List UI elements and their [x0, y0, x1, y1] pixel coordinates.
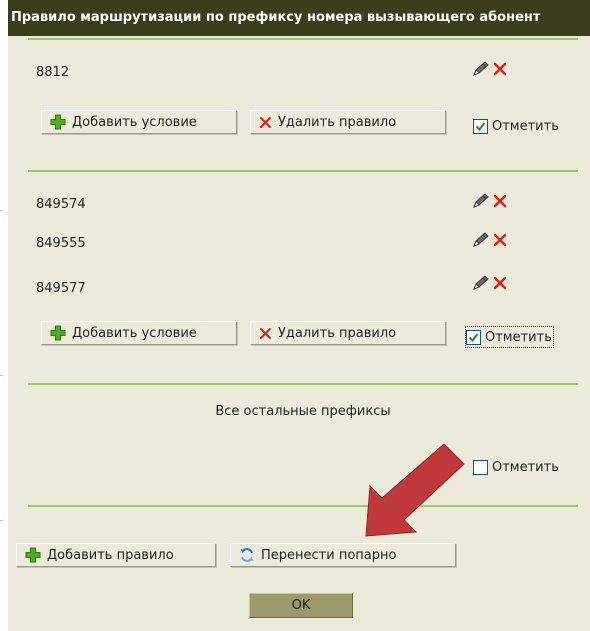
- delete-x-icon[interactable]: [493, 276, 507, 290]
- add-condition-button[interactable]: Добавить условие: [41, 321, 237, 345]
- checkbox-box[interactable]: [473, 118, 488, 134]
- add-condition-label: Добавить условие: [72, 114, 197, 130]
- delete-rule-button[interactable]: Удалить правило: [250, 321, 446, 345]
- dialog-title: Правило маршрутизации по префиксу номера…: [8, 0, 590, 36]
- separator: [28, 38, 578, 40]
- checkmark-icon: [475, 121, 486, 131]
- edit-pencil-icon[interactable]: [471, 192, 491, 210]
- add-rule-label: Добавить правило: [47, 547, 174, 563]
- annotation-arrow-icon: [365, 443, 465, 537]
- add-condition-label: Добавить условие: [72, 325, 197, 341]
- mark-label: Отметить: [485, 329, 552, 345]
- move-pairwise-label: Перенести попарно: [261, 547, 397, 563]
- mark-label: Отметить: [492, 118, 559, 134]
- prefix-actions: [471, 60, 515, 78]
- prefix-value: 849577: [36, 281, 86, 296]
- routing-rule-dialog: Правило маршрутизации по префиксу номера…: [8, 0, 590, 631]
- delete-rule-button[interactable]: Удалить правило: [250, 110, 446, 134]
- edit-pencil-icon[interactable]: [471, 60, 491, 78]
- delete-x-icon[interactable]: [493, 194, 507, 208]
- separator: [28, 383, 578, 385]
- mark-checkbox[interactable]: Отметить: [473, 457, 559, 477]
- delete-rule-label: Удалить правило: [278, 114, 397, 130]
- mark-label: Отметить: [492, 459, 559, 475]
- plus-icon: [50, 114, 66, 130]
- prefix-value: 8812: [36, 65, 70, 80]
- delete-x-icon[interactable]: [493, 62, 507, 76]
- delete-rule-label: Удалить правило: [278, 325, 397, 341]
- plus-icon: [25, 547, 41, 563]
- prefix-actions: [471, 274, 515, 292]
- edit-pencil-icon[interactable]: [471, 274, 491, 292]
- separator: [28, 505, 578, 507]
- add-condition-button[interactable]: Добавить условие: [41, 110, 237, 134]
- prefix-actions: [471, 231, 515, 249]
- refresh-icon: [239, 547, 255, 563]
- separator: [28, 170, 578, 172]
- default-rule-label: Все остальные префиксы: [215, 404, 391, 419]
- checkbox-box[interactable]: [466, 329, 481, 345]
- delete-x-icon[interactable]: [493, 233, 507, 247]
- delete-x-icon: [259, 327, 272, 340]
- move-pairwise-button[interactable]: Перенести попарно: [230, 543, 456, 567]
- prefix-value: 849555: [36, 236, 86, 251]
- mark-checkbox[interactable]: Отметить: [465, 326, 554, 348]
- divider: [0, 375, 3, 376]
- divider: [0, 520, 3, 521]
- prefix-actions: [471, 192, 515, 210]
- add-rule-button[interactable]: Добавить правило: [16, 543, 216, 567]
- ok-button[interactable]: OK: [249, 593, 353, 618]
- plus-icon: [50, 325, 66, 341]
- prefix-value: 849574: [36, 197, 86, 212]
- divider: [0, 210, 3, 211]
- checkmark-icon: [468, 332, 479, 342]
- edit-pencil-icon[interactable]: [471, 231, 491, 249]
- mark-checkbox[interactable]: Отметить: [473, 116, 559, 136]
- checkbox-box[interactable]: [473, 459, 488, 475]
- delete-x-icon: [259, 116, 272, 129]
